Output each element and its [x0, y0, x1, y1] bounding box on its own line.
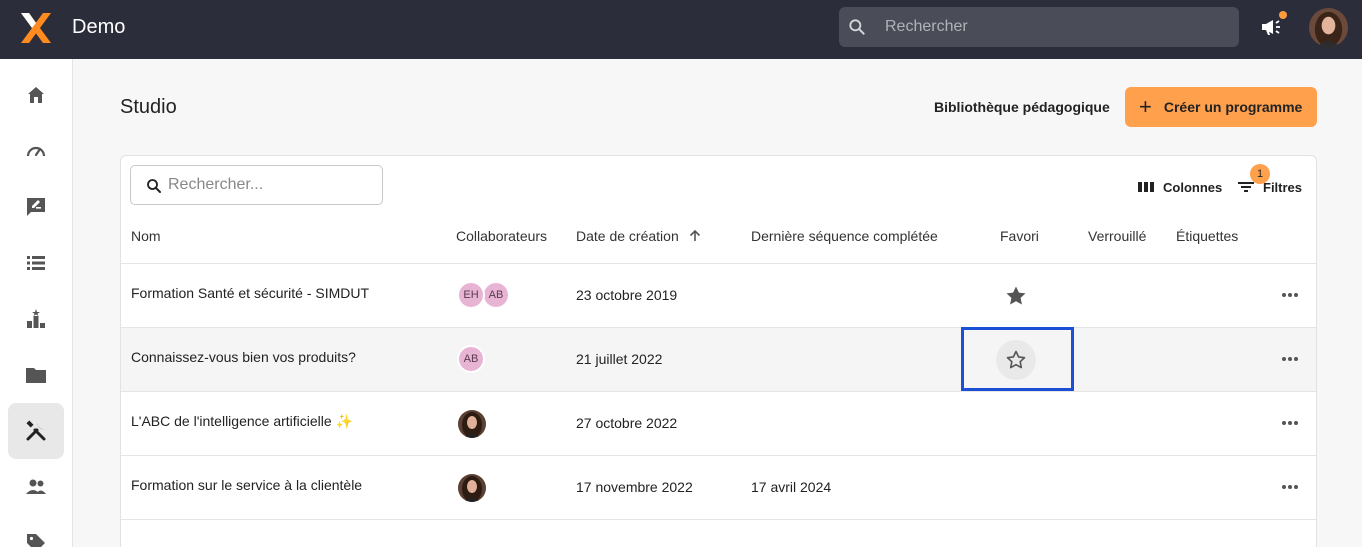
leaderboard-icon [27, 309, 45, 328]
app-name: Demo [72, 16, 126, 38]
page-title: Studio [120, 96, 177, 118]
home-icon [28, 87, 44, 103]
create-program-label: Créer un programme [1163, 99, 1303, 115]
collaborator-avatar: EH [457, 281, 485, 309]
creation-date: 27 octobre 2022 [576, 415, 678, 431]
table-search[interactable] [130, 165, 383, 205]
programs-table: Colonnes Filtres 1 Nom Collaborateurs Da… [120, 155, 1317, 547]
tag-icon [27, 534, 45, 547]
columns-label: Colonnes [1163, 179, 1223, 195]
filters-label: Filtres [1263, 179, 1303, 195]
announcements-button[interactable] [1259, 11, 1287, 39]
sidebar-item-studio[interactable] [8, 403, 64, 459]
header-locked[interactable]: Verrouillé [1088, 228, 1146, 244]
header-collaborators[interactable]: Collaborateurs [456, 228, 547, 244]
feedback-icon [27, 198, 45, 216]
creation-date: 17 novembre 2022 [576, 479, 693, 495]
collaborator-avatar: AB [482, 281, 510, 309]
header-name[interactable]: Nom [131, 228, 161, 244]
top-bar: Demo [0, 0, 1362, 59]
table-row[interactable]: L'ABC de l'intelligence artificielle ✨ 2… [121, 392, 1316, 455]
columns-icon [1138, 182, 1154, 192]
creation-date: 23 octobre 2019 [576, 287, 678, 303]
sidebar-item-feedback[interactable] [8, 179, 64, 235]
table-search-input[interactable] [168, 166, 373, 204]
columns-button[interactable]: Colonnes [1137, 178, 1222, 196]
more-icon [1282, 293, 1286, 297]
tools-icon [26, 420, 46, 441]
sidebar-item-list[interactable] [8, 235, 64, 291]
header-last-sequence[interactable]: Dernière séquence complétée [751, 228, 938, 244]
sort-ascending-icon [689, 229, 700, 241]
favorite-toggle[interactable] [996, 276, 1036, 316]
filters-button[interactable]: Filtres [1237, 178, 1302, 196]
create-program-button[interactable]: + Créer un programme [1125, 87, 1317, 127]
sidebar-item-home[interactable] [8, 67, 64, 123]
program-name[interactable]: L'ABC de l'intelligence artificielle ✨ [131, 413, 353, 430]
table-row[interactable]: Connaissez-vous bien vos produits? AB 21… [121, 328, 1316, 391]
list-icon [27, 256, 45, 270]
program-name[interactable]: Formation sur le service à la clientèle [131, 477, 362, 493]
more-icon [1282, 485, 1286, 489]
search-icon [849, 19, 865, 35]
last-sequence-date: 17 avril 2024 [751, 479, 832, 495]
folder-icon [26, 368, 46, 383]
global-search[interactable] [839, 7, 1239, 47]
plus-icon: + [1139, 94, 1152, 119]
app-logo-icon[interactable] [18, 10, 54, 46]
header-created-label: Date de création [576, 228, 679, 244]
sidebar-item-leaderboard[interactable] [8, 291, 64, 347]
row-actions-button[interactable] [1282, 421, 1302, 427]
sidebar-item-dashboard[interactable] [8, 123, 64, 179]
star-filled-icon [1006, 286, 1026, 305]
header-favorite[interactable]: Favori [1000, 228, 1039, 244]
more-icon [1282, 421, 1286, 425]
program-name[interactable]: Connaissez-vous bien vos produits? [131, 349, 356, 365]
more-icon [1282, 357, 1286, 361]
table-row[interactable]: Formation Santé et sécurité - SIMDUT EH … [121, 264, 1316, 327]
table-row[interactable]: Formation sur le service à la clientèle … [121, 456, 1316, 519]
creation-date: 21 juillet 2022 [576, 351, 663, 367]
library-link[interactable]: Bibliothèque pédagogique [934, 99, 1110, 115]
header-created[interactable]: Date de création [576, 228, 702, 244]
dashboard-icon [26, 146, 46, 157]
collaborator-avatar [458, 474, 486, 502]
user-avatar[interactable] [1309, 8, 1348, 47]
sidebar [0, 59, 73, 547]
row-actions-button[interactable] [1282, 357, 1302, 363]
focus-highlight [961, 327, 1074, 391]
filters-count-badge: 1 [1250, 164, 1270, 184]
row-actions-button[interactable] [1282, 485, 1302, 491]
collaborator-avatar: AB [457, 345, 485, 373]
sidebar-item-tags[interactable] [8, 515, 64, 547]
notification-dot [1279, 11, 1287, 19]
header-tags[interactable]: Étiquettes [1176, 228, 1238, 244]
row-actions-button[interactable] [1282, 293, 1302, 299]
sidebar-item-people[interactable] [8, 459, 64, 515]
sidebar-item-folder[interactable] [8, 347, 64, 403]
program-name[interactable]: Formation Santé et sécurité - SIMDUT [131, 285, 369, 301]
collaborator-avatar [458, 410, 486, 438]
search-icon [147, 179, 161, 193]
global-search-input[interactable] [885, 7, 1225, 47]
people-icon [26, 479, 46, 494]
row-divider [121, 519, 1316, 520]
